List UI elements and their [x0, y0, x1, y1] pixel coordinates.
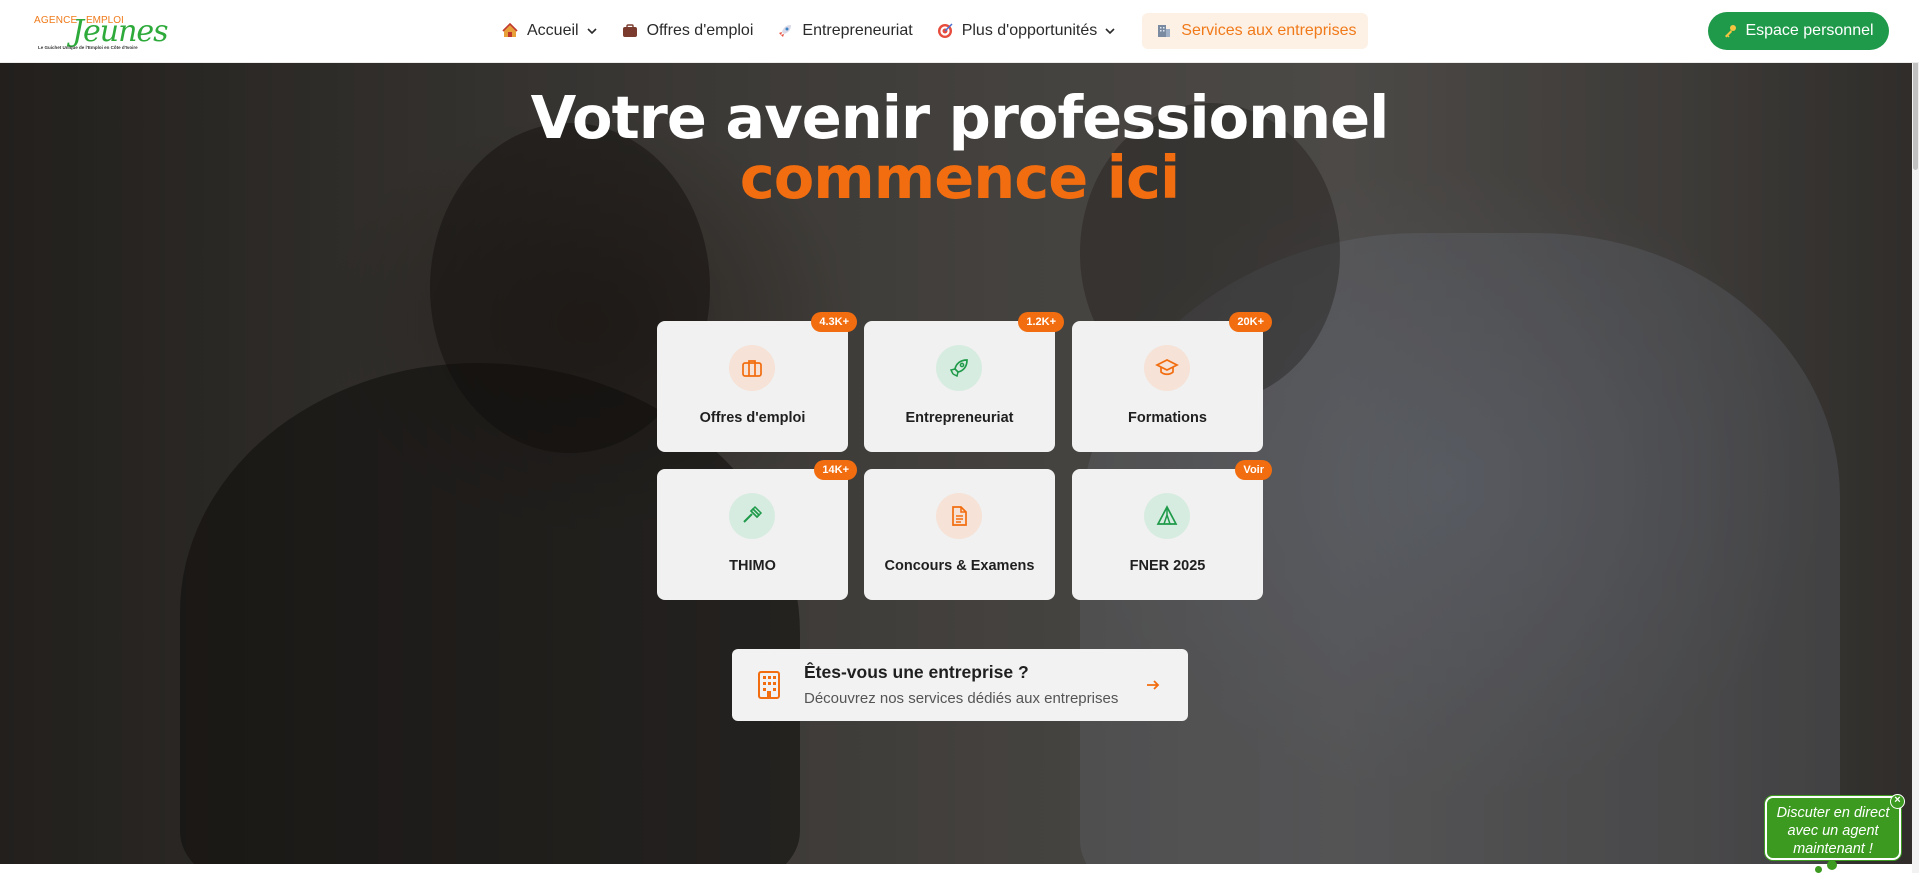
home-icon [502, 23, 518, 39]
nav-label-accueil: Accueil [527, 22, 579, 39]
main-nav: Accueil Offres d'emploi Entrepreneuriat … [490, 13, 1369, 49]
hero-section: Votre avenir professionnel commence ici … [0, 63, 1919, 864]
briefcase-icon [622, 23, 638, 39]
hero-title-line1: Votre avenir professionnel [530, 83, 1390, 152]
card-badge: 4.3K+ [811, 312, 857, 332]
enterprise-cta[interactable]: Êtes-vous une entreprise ? Découvrez nos… [732, 649, 1188, 721]
chat-tail-dot-small [1815, 866, 1822, 873]
nav-item-entrepreneuriat[interactable]: Entrepreneuriat [765, 13, 924, 49]
close-icon[interactable]: × [1890, 794, 1905, 809]
chat-tail-dot [1827, 860, 1837, 870]
card-badge[interactable]: Voir [1235, 460, 1272, 480]
card-label: Concours & Examens [884, 558, 1035, 574]
building-icon [1156, 23, 1172, 39]
arrow-right-icon [1145, 677, 1161, 698]
key-icon [1723, 24, 1737, 38]
card-label: Offres d'emploi [699, 410, 806, 426]
target-icon [937, 23, 953, 39]
rocket-icon [936, 345, 982, 391]
nav-item-offres[interactable]: Offres d'emploi [610, 13, 766, 49]
hero-title-line2: commence ici [739, 143, 1180, 212]
card-formations[interactable]: 20K+ Formations [1072, 312, 1272, 452]
nav-item-plus[interactable]: Plus d'opportunités [925, 13, 1129, 49]
nav-item-accueil[interactable]: Accueil [490, 13, 610, 49]
card-entrepreneuriat[interactable]: 1.2K+ Entrepreneuriat [864, 312, 1064, 452]
nav-label-entrepreneuriat: Entrepreneuriat [802, 22, 913, 39]
card-label: THIMO [729, 558, 776, 574]
nav-label-offres: Offres d'emploi [646, 22, 754, 39]
hammer-icon [729, 493, 775, 539]
logo-word-agence: AGENCE [34, 15, 78, 26]
card-fner-2025[interactable]: Voir FNER 2025 [1072, 460, 1272, 600]
page-bottom-strip [0, 864, 1919, 873]
tent-icon [1144, 493, 1190, 539]
card-concours-examens[interactable]: Concours & Examens [864, 469, 1055, 600]
card-label: Entrepreneuriat [905, 410, 1014, 426]
enterprise-cta-title: Êtes-vous une entreprise ? [804, 662, 1029, 682]
logo-word-jeunes: Jeunes [72, 14, 169, 49]
card-badge: 1.2K+ [1018, 312, 1064, 332]
card-thimo[interactable]: 14K+ THIMO [657, 460, 857, 600]
document-icon [936, 493, 982, 539]
graduation-cap-icon [1144, 345, 1190, 391]
nav-label-plus: Plus d'opportunités [961, 22, 1098, 39]
chevron-down-icon [1104, 25, 1116, 37]
card-offres-emploi[interactable]: 4.3K+ Offres d'emploi [657, 312, 857, 452]
espace-personnel-label: Espace personnel [1745, 22, 1874, 39]
site-logo[interactable]: AGENCE EMPLOI Jeunes Le Guichet Unique d… [34, 10, 169, 52]
building-icon [756, 670, 782, 705]
enterprise-cta-subtitle: Découvrez nos services dédiés aux entrep… [804, 690, 1119, 707]
card-badge: 20K+ [1229, 312, 1272, 332]
card-badge: 14K+ [814, 460, 857, 480]
nav-item-services-entreprises[interactable]: Services aux entreprises [1142, 13, 1369, 49]
card-label: Formations [1128, 410, 1207, 426]
espace-personnel-button[interactable]: Espace personnel [1708, 12, 1889, 50]
live-chat-text: Discuter en direct avec un agent mainten… [1776, 805, 1890, 857]
live-chat-bubble[interactable]: Discuter en direct avec un agent mainten… [1765, 796, 1901, 860]
briefcase-icon [729, 345, 775, 391]
rocket-icon [777, 23, 793, 39]
chevron-down-icon [586, 25, 598, 37]
card-label: FNER 2025 [1129, 558, 1206, 574]
logo-tagline: Le Guichet Unique de l'Emploi en Côte d'… [38, 45, 138, 50]
top-navbar: AGENCE EMPLOI Jeunes Le Guichet Unique d… [0, 0, 1919, 63]
page-scrollbar[interactable] [1912, 0, 1919, 873]
nav-label-services: Services aux entreprises [1181, 22, 1357, 39]
